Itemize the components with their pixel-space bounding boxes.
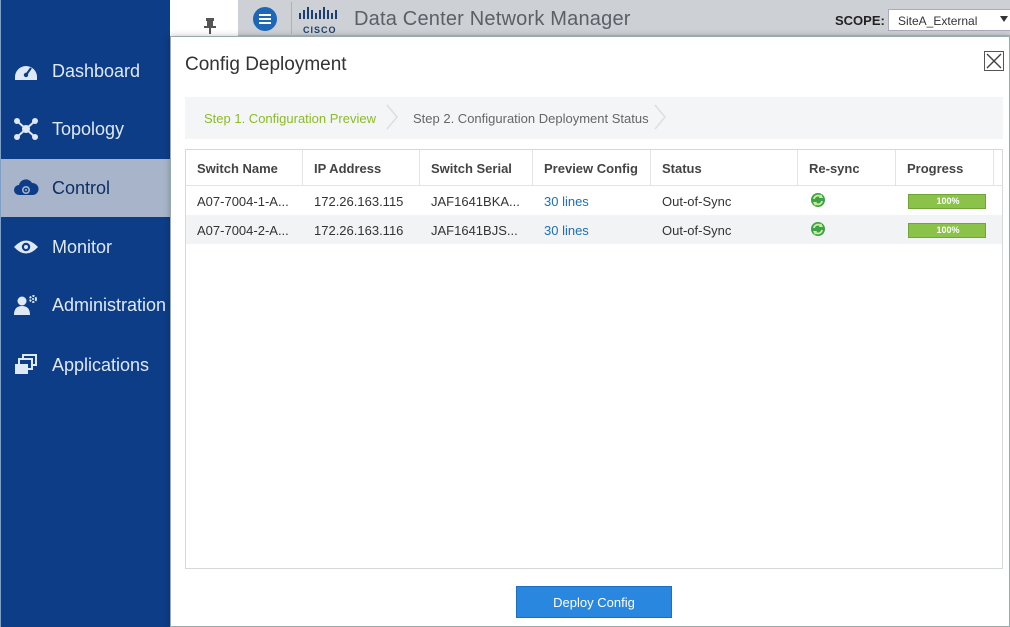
scope-value: SiteA_External bbox=[898, 14, 978, 28]
sidebar-item-label: Dashboard bbox=[52, 60, 141, 81]
menu-icon bbox=[259, 14, 271, 24]
progress-bar: 100% bbox=[908, 223, 986, 238]
app-title: Data Center Network Manager bbox=[354, 8, 631, 30]
cell-ip-address: 172.26.163.116 bbox=[314, 223, 404, 238]
step-configuration-preview[interactable]: Step 1. Configuration Preview bbox=[204, 111, 376, 126]
app-header: CISCO Data Center Network Manager SCOPE:… bbox=[238, 0, 1010, 36]
cell-status: Out-of-Sync bbox=[662, 194, 732, 209]
chevron-right-icon bbox=[386, 104, 398, 130]
progress-label: 100% bbox=[936, 196, 960, 206]
table-header: Switch Name IP Address Switch Serial Pre… bbox=[186, 150, 1002, 186]
menu-button[interactable] bbox=[253, 7, 277, 31]
pin-icon[interactable] bbox=[203, 18, 217, 34]
wizard-steps: Step 1. Configuration Preview Step 2. Co… bbox=[185, 97, 1003, 139]
sidebar-item-control[interactable]: Control bbox=[1, 159, 171, 217]
column-header-ip-address[interactable]: IP Address bbox=[303, 150, 420, 186]
eye-icon bbox=[12, 233, 40, 261]
cell-switch-name: A07-7004-2-A... bbox=[197, 223, 289, 238]
close-button[interactable] bbox=[984, 51, 1004, 71]
control-icon bbox=[12, 174, 40, 202]
dashboard-icon bbox=[12, 57, 40, 85]
progress-label: 100% bbox=[936, 225, 960, 235]
progress-bar: 100% bbox=[908, 194, 986, 209]
sidebar-item-label: Topology bbox=[52, 118, 125, 139]
sidebar-item-label: Monitor bbox=[52, 236, 113, 257]
table-row[interactable]: A07-7004-1-A... 172.26.163.115 JAF1641BK… bbox=[186, 186, 1002, 215]
column-header-status[interactable]: Status bbox=[651, 150, 798, 186]
scope-select[interactable]: SiteA_External bbox=[888, 9, 1010, 31]
deploy-config-button[interactable]: Deploy Config bbox=[516, 586, 672, 618]
column-header-resync[interactable]: Re-sync bbox=[798, 150, 896, 186]
table-row[interactable]: A07-7004-2-A... 172.26.163.116 JAF1641BJ… bbox=[186, 215, 1002, 244]
resync-icon[interactable] bbox=[810, 221, 826, 237]
sidebar-item-topology[interactable]: Topology bbox=[1, 100, 171, 158]
cell-switch-serial: JAF1641BJS... bbox=[431, 223, 518, 238]
cell-status: Out-of-Sync bbox=[662, 223, 732, 238]
sidebar-item-label: Applications bbox=[52, 354, 150, 375]
sidebar-item-dashboard[interactable]: Dashboard bbox=[1, 42, 171, 100]
close-icon bbox=[986, 53, 1002, 69]
cisco-logo: CISCO bbox=[298, 7, 340, 35]
preview-config-link[interactable]: 30 lines bbox=[533, 215, 651, 244]
scope-label: SCOPE: bbox=[835, 13, 885, 28]
column-header-switch-name[interactable]: Switch Name bbox=[186, 150, 303, 186]
preview-config-link[interactable]: 30 lines bbox=[533, 186, 651, 215]
sidebar-item-label: Administration bbox=[52, 294, 167, 315]
switch-table: Switch Name IP Address Switch Serial Pre… bbox=[185, 149, 1003, 569]
cell-switch-name: A07-7004-1-A... bbox=[197, 194, 289, 209]
config-deployment-dialog: Config Deployment Step 1. Configuration … bbox=[170, 36, 1010, 627]
cell-ip-address: 172.26.163.115 bbox=[314, 194, 404, 209]
cisco-logo-text: CISCO bbox=[303, 25, 337, 35]
sidebar: Dashboard Topology Control Monitor Admin… bbox=[0, 0, 171, 627]
step-deployment-status[interactable]: Step 2. Configuration Deployment Status bbox=[413, 111, 649, 126]
chevron-right-icon bbox=[654, 104, 666, 130]
sidebar-item-administration[interactable]: Administration bbox=[1, 276, 171, 334]
dialog-title: Config Deployment bbox=[185, 54, 347, 75]
header-divider bbox=[291, 2, 292, 34]
topology-icon bbox=[12, 115, 40, 143]
column-header-switch-serial[interactable]: Switch Serial bbox=[420, 150, 533, 186]
cell-switch-serial: JAF1641BKA... bbox=[431, 194, 520, 209]
sidebar-item-applications[interactable]: Applications bbox=[1, 336, 171, 394]
admin-user-icon bbox=[12, 291, 40, 319]
column-header-preview-config[interactable]: Preview Config bbox=[533, 150, 651, 186]
sidebar-item-monitor[interactable]: Monitor bbox=[1, 218, 171, 276]
resync-icon[interactable] bbox=[810, 192, 826, 208]
applications-icon bbox=[12, 351, 40, 379]
sidebar-item-label: Control bbox=[52, 177, 111, 198]
chevron-down-icon bbox=[1000, 16, 1008, 22]
column-header-progress[interactable]: Progress bbox=[896, 150, 994, 186]
